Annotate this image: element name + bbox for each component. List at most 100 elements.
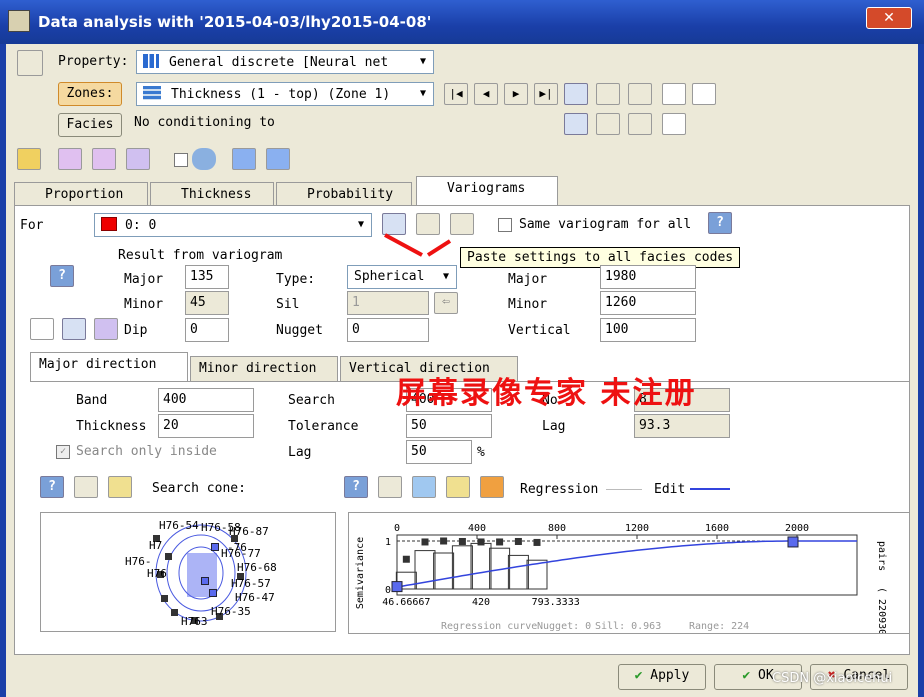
variogram-chart-panel: 0 400 800 1200 1600 2000 46.66667 420 793.3333 1 0…: [348, 512, 910, 634]
property-value: General discrete [Neural net: [169, 55, 389, 70]
line-chart-icon[interactable]: [412, 476, 436, 498]
nugget-label: Nugget: [276, 323, 323, 338]
settings-icon[interactable]: [446, 476, 470, 498]
help-icon[interactable]: ?: [40, 476, 64, 498]
bars-icon[interactable]: [58, 148, 82, 170]
selected-marker: [201, 577, 209, 585]
check-icon: ✔: [742, 668, 751, 683]
tab-minor-direction[interactable]: Minor direction: [190, 356, 338, 382]
help-icon[interactable]: ?: [50, 265, 74, 287]
copy-icon[interactable]: [564, 113, 588, 135]
search-label: Search: [288, 393, 335, 408]
search-inside-checkbox[interactable]: ✓: [56, 445, 70, 459]
pairs-value: ( 220930: [876, 587, 887, 634]
x-tick-label: 1200: [625, 523, 649, 534]
range-minor-field[interactable]: 1260: [600, 291, 696, 315]
stack-icon[interactable]: [92, 148, 116, 170]
paste-icon[interactable]: [596, 83, 620, 105]
thickness-field[interactable]: 20: [158, 414, 254, 438]
copy-icon[interactable]: [62, 318, 86, 340]
for-select[interactable]: 0: 0 ▼: [94, 213, 372, 237]
help-icon[interactable]: ?: [708, 212, 732, 234]
sill-field[interactable]: 1: [347, 291, 429, 315]
zones-value: Thickness (1 - top) (Zone 1): [171, 87, 391, 102]
lock-icon[interactable]: [17, 148, 41, 170]
apply-button[interactable]: ✔ Apply: [618, 664, 706, 690]
book-icon[interactable]: [692, 83, 716, 105]
zones-select[interactable]: Thickness (1 - top) (Zone 1) ▼: [136, 82, 434, 106]
histogram-icon[interactable]: [480, 476, 504, 498]
dip-label: Dip: [124, 323, 148, 338]
paste-all-icon[interactable]: [628, 83, 652, 105]
next-icon[interactable]: ▶: [504, 83, 528, 105]
x-tick-label: 400: [468, 523, 486, 534]
chart-icon[interactable]: [17, 50, 43, 76]
prev-icon[interactable]: ◀: [474, 83, 498, 105]
tab-major-direction[interactable]: Major direction: [30, 352, 188, 382]
chevron-down-icon: ▼: [357, 219, 365, 230]
zones-button[interactable]: Zones:: [58, 82, 122, 106]
last-icon[interactable]: ▶|: [534, 83, 558, 105]
x-tick-label-bottom: 793.3333: [532, 597, 580, 608]
map-2-icon[interactable]: [266, 148, 290, 170]
lag-field[interactable]: 50: [406, 440, 472, 464]
credit-watermark: CSDN @xiaolcehui: [772, 671, 893, 686]
minor-label: Minor: [124, 297, 164, 312]
new-icon[interactable]: [662, 113, 686, 135]
chart-footer-text: Regression curve: [441, 621, 537, 632]
chevron-down-icon: ▼: [419, 88, 427, 99]
search-cone-panel: H76-54 H76-58 H76-87 H7 H76- H76 -76 H76…: [40, 512, 336, 632]
minor-field[interactable]: 45: [185, 291, 229, 315]
well-label: H76-54: [159, 519, 199, 532]
facies-button[interactable]: Facies: [58, 113, 122, 137]
range-major-field[interactable]: 1980: [600, 265, 696, 289]
same-variogram-label: Same variogram for all: [519, 217, 692, 232]
grid-icon[interactable]: [94, 318, 118, 340]
dip-field[interactable]: 0: [185, 318, 229, 342]
toggle-checkbox[interactable]: [174, 153, 188, 167]
same-variogram-checkbox[interactable]: [498, 218, 512, 232]
well-label: H76-68: [237, 561, 277, 574]
data-point: [496, 538, 504, 546]
layers-icon: [143, 86, 161, 100]
nugget-field[interactable]: 0: [347, 318, 429, 342]
x-tick-label: 800: [548, 523, 566, 534]
people-icon[interactable]: [192, 148, 216, 170]
well-label: H76-35: [211, 605, 251, 618]
arrow-left-icon[interactable]: ⇦: [434, 292, 458, 314]
new-icon[interactable]: [30, 318, 54, 340]
paste-all-icon[interactable]: [628, 113, 652, 135]
eye-icon[interactable]: [74, 476, 98, 498]
selected-marker: [211, 543, 219, 551]
help-icon[interactable]: ?: [344, 476, 368, 498]
y-tick-label: 1: [385, 537, 391, 548]
edit-line-swatch: [690, 488, 730, 490]
band-field[interactable]: 400: [158, 388, 254, 412]
well-marker: [171, 609, 178, 616]
y-tick-label: 0: [385, 585, 391, 596]
tolerance-field[interactable]: 50: [406, 414, 492, 438]
property-select[interactable]: General discrete [Neural net ▼: [136, 50, 434, 74]
map-icon[interactable]: [232, 148, 256, 170]
first-icon[interactable]: |◀: [444, 83, 468, 105]
type-select[interactable]: Spherical ▼: [347, 265, 457, 289]
curve-handle: [787, 536, 799, 548]
major-field[interactable]: 135: [185, 265, 229, 289]
window-title: Data analysis with '2015-04-03/lhy2015-0…: [38, 13, 432, 31]
range-vertical-field[interactable]: 100: [600, 318, 696, 342]
close-button[interactable]: ✕: [866, 7, 912, 29]
new-icon[interactable]: [662, 83, 686, 105]
lag2-field[interactable]: 93.3: [634, 414, 730, 438]
result-header: Result from variogram: [118, 248, 283, 263]
data-point: [440, 537, 448, 545]
data-point: [533, 538, 541, 546]
tab-variograms[interactable]: Variograms: [416, 176, 558, 206]
x-tick-label: 2000: [785, 523, 809, 534]
well-label: H7: [149, 539, 163, 552]
copy-icon[interactable]: [564, 83, 588, 105]
grid-icon[interactable]: [126, 148, 150, 170]
paste-icon[interactable]: [596, 113, 620, 135]
eye-icon[interactable]: [378, 476, 402, 498]
chart-footer-text: Nugget: 0: [537, 621, 591, 632]
settings-icon[interactable]: [108, 476, 132, 498]
